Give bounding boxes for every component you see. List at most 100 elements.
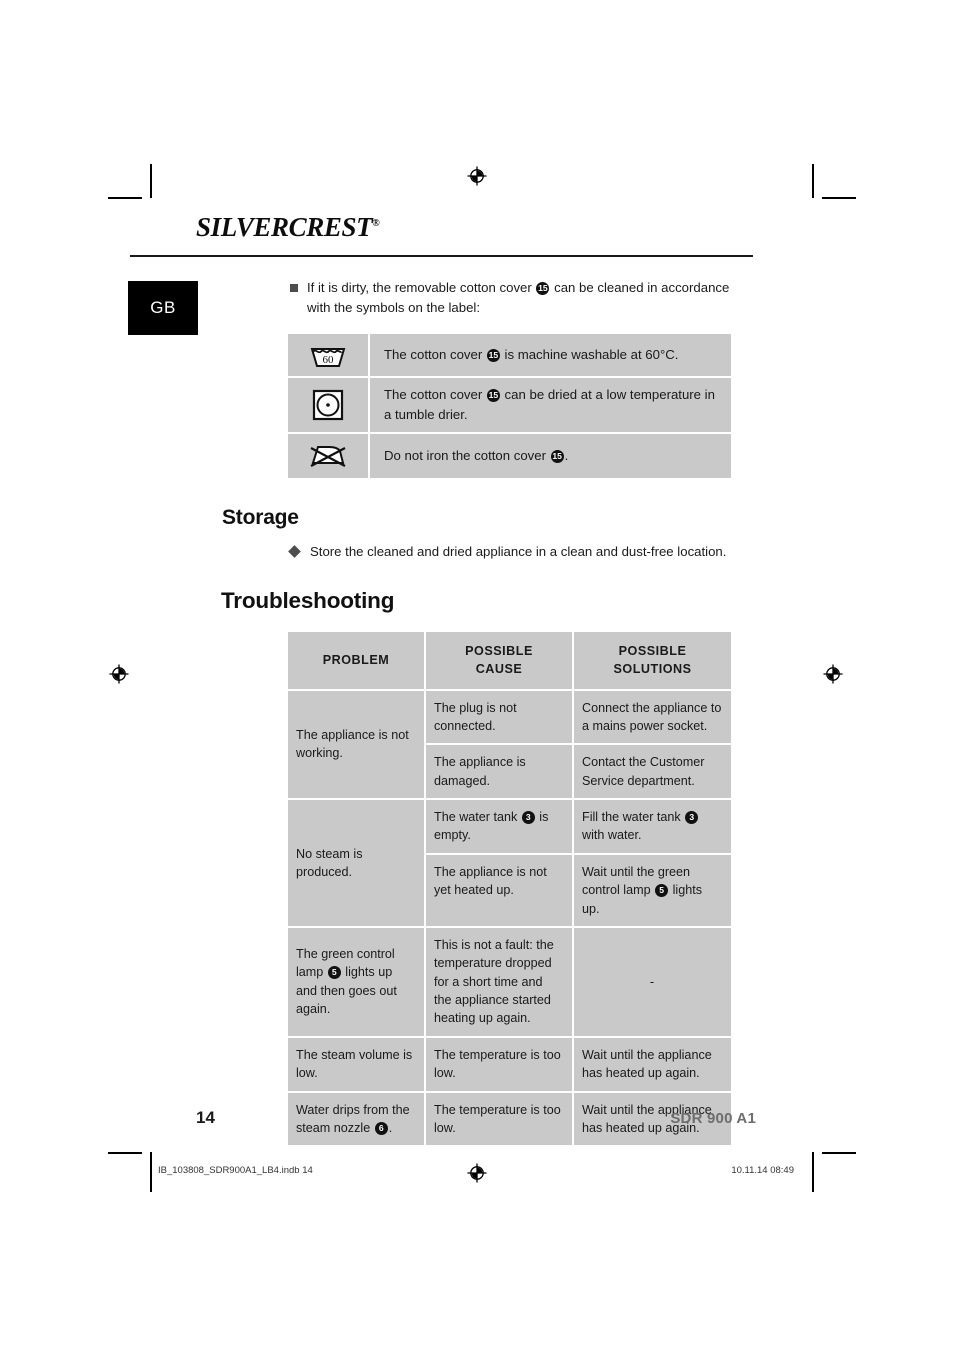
- badge-15: 15: [486, 388, 500, 402]
- wash-tub-60-icon: 60: [288, 334, 368, 377]
- badge-15: 15: [550, 449, 564, 463]
- brand-logo-text: SILVERCREST: [196, 212, 373, 242]
- row-problem: The green control lamp 5 lights up and t…: [288, 927, 424, 1036]
- header-cause-line2: CAUSE: [475, 662, 523, 677]
- row-cause: The temperature is too low.: [426, 1037, 572, 1091]
- diamond-bullet-icon: [288, 544, 301, 558]
- storage-bullet: Store the cleaned and dried appliance in…: [288, 542, 734, 562]
- crop-mark-bottom-right-v: [812, 1152, 814, 1192]
- row-solution: Wait until the appliance has heated up a…: [574, 1037, 731, 1091]
- row-solution: Wait until the green control lamp 5 ligh…: [574, 854, 731, 926]
- care-text-after: .: [564, 447, 569, 463]
- crop-mark-bottom-left-v: [150, 1152, 152, 1192]
- intro-bullet-text: If it is dirty, the removable cotton cov…: [307, 278, 734, 318]
- care-row: The cotton cover 15 can be dried at a lo…: [288, 378, 731, 432]
- badge-3: 3: [685, 810, 699, 824]
- row-cause: The temperature is too low.: [426, 1092, 572, 1146]
- table-row: The green control lamp 5 lights up and t…: [288, 927, 731, 1036]
- badge-5: 5: [327, 966, 341, 980]
- problem-text-after: .: [388, 1120, 393, 1135]
- header-possible-cause: POSSIBLE CAUSE: [426, 631, 572, 689]
- table-row: The steam volume is low. The temperature…: [288, 1037, 731, 1091]
- row-problem: The appliance is not working.: [288, 690, 424, 799]
- badge-15: 15: [486, 349, 500, 363]
- crop-mark-bottom-left-h: [108, 1152, 142, 1154]
- storage-bullet-text: Store the cleaned and dried appliance in…: [310, 543, 727, 559]
- storage-heading: Storage: [222, 505, 299, 529]
- header-cause-line1: POSSIBLE: [465, 643, 533, 658]
- row-solution: Connect the appliance to a mains power s…: [574, 690, 731, 744]
- header-problem: PROBLEM: [288, 631, 424, 689]
- registration-mark-bottom: [466, 1162, 488, 1184]
- crop-mark-top-left-h: [108, 197, 142, 199]
- solution-text-before: Fill the water tank: [582, 810, 685, 825]
- registered-trademark-icon: ®: [372, 218, 380, 229]
- row-subrows: The plug is not connected. Connect the a…: [426, 690, 731, 799]
- cause-text-before: The water tank: [434, 810, 521, 825]
- row-cause: The plug is not connected.: [426, 690, 572, 744]
- svg-text:60: 60: [323, 354, 335, 366]
- table-row: Water drips from the steam nozzle 6. The…: [288, 1092, 731, 1146]
- header-solution-line2: SOLUTIONS: [613, 662, 692, 677]
- tumble-dry-low-icon: [288, 378, 368, 432]
- row-cause: This is not a fault: the temperature dro…: [426, 927, 572, 1036]
- care-text-before: Do not iron the cotton cover: [384, 447, 550, 463]
- care-row: 60 The cotton cover 15 is machine washab…: [288, 334, 731, 377]
- intro-bullet: If it is dirty, the removable cotton cov…: [290, 278, 734, 318]
- intro-text-before: If it is dirty, the removable cotton cov…: [307, 280, 536, 295]
- care-text-after: is machine washable at 60°C.: [500, 347, 679, 363]
- print-file-name: IB_103808_SDR900A1_LB4.indb 14: [158, 1165, 313, 1176]
- care-row-text: The cotton cover 15 can be dried at a lo…: [370, 378, 731, 432]
- row-problem: Water drips from the steam nozzle 6.: [288, 1092, 424, 1146]
- header-divider: [130, 255, 753, 257]
- table-subrow: The water tank 3 is empty. Fill the wate…: [426, 800, 731, 853]
- registration-mark-top: [466, 165, 488, 187]
- row-solution: Fill the water tank 3 with water.: [574, 800, 731, 853]
- badge-3: 3: [521, 810, 535, 824]
- row-subrows: The water tank 3 is empty. Fill the wate…: [426, 800, 731, 926]
- header-possible-solutions: POSSIBLE SOLUTIONS: [574, 631, 731, 689]
- care-text-before: The cotton cover: [384, 387, 486, 403]
- crop-mark-top-right-h: [822, 197, 856, 199]
- row-solution: -: [574, 927, 731, 1036]
- row-cause: The appliance is damaged.: [426, 745, 572, 799]
- crop-mark-top-right-v: [812, 164, 814, 198]
- crop-mark-top-left-v: [150, 164, 152, 198]
- print-timestamp: 10.11.14 08:49: [731, 1165, 794, 1176]
- row-problem: No steam is produced.: [288, 800, 424, 926]
- troubleshooting-table: PROBLEM POSSIBLE CAUSE POSSIBLE SOLUTIONS …: [288, 631, 731, 1146]
- table-subrow: The plug is not connected. Connect the a…: [426, 690, 731, 744]
- care-text-before: The cotton cover: [384, 347, 486, 363]
- language-tag-label: GB: [150, 298, 176, 317]
- crop-mark-bottom-right-h: [822, 1152, 856, 1154]
- table-subrow: The appliance is not yet heated up. Wait…: [426, 854, 731, 926]
- table-row: No steam is produced. The water tank 3 i…: [288, 800, 731, 926]
- page-number: 14: [196, 1108, 215, 1127]
- registration-mark-right: [822, 663, 844, 685]
- brand-logo: SILVERCREST®: [196, 212, 380, 243]
- row-solution: Contact the Customer Service department.: [574, 745, 731, 799]
- troubleshooting-heading: Troubleshooting: [221, 587, 395, 613]
- square-bullet-icon: [290, 284, 298, 292]
- language-tag: GB: [128, 281, 198, 335]
- registration-mark-left: [108, 663, 130, 685]
- care-row-text: The cotton cover 15 is machine washable …: [370, 334, 731, 377]
- badge-6: 6: [374, 1121, 388, 1135]
- table-row: The appliance is not working. The plug i…: [288, 690, 731, 799]
- solution-text-after: with water.: [582, 828, 642, 843]
- row-cause: The appliance is not yet heated up.: [426, 854, 572, 926]
- badge-5: 5: [655, 883, 669, 897]
- table-subrow: The appliance is damaged. Contact the Cu…: [426, 745, 731, 799]
- badge-15: 15: [536, 281, 550, 295]
- care-symbols-table: 60 The cotton cover 15 is machine washab…: [288, 334, 731, 478]
- row-problem: The steam volume is low.: [288, 1037, 424, 1091]
- do-not-iron-icon: [288, 433, 368, 478]
- table-header-row: PROBLEM POSSIBLE CAUSE POSSIBLE SOLUTIONS: [288, 631, 731, 689]
- care-row-text: Do not iron the cotton cover 15.: [370, 433, 731, 478]
- model-name: SDR 900 A1: [670, 1110, 756, 1127]
- main-content: If it is dirty, the removable cotton cov…: [221, 278, 734, 1147]
- problem-text-before: Water drips from the steam nozzle: [296, 1102, 410, 1135]
- row-cause: The water tank 3 is empty.: [426, 800, 572, 853]
- header-solution-line1: POSSIBLE: [618, 643, 687, 658]
- care-row: Do not iron the cotton cover 15.: [288, 433, 731, 478]
